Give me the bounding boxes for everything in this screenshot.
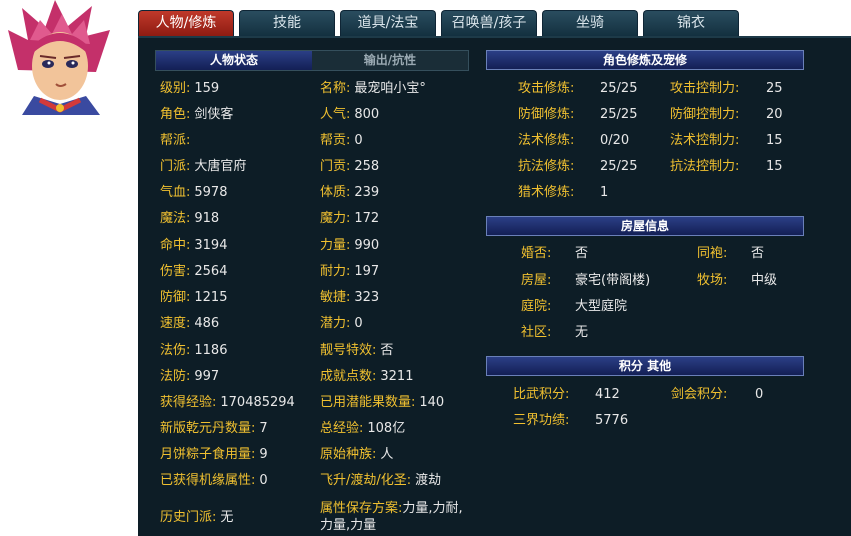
- stat-ascension: 飞升/渡劫/化圣: 渡劫: [320, 473, 442, 488]
- tab-skills[interactable]: 技能: [239, 10, 335, 36]
- subtab-output-resist[interactable]: 输出/抗性: [312, 51, 468, 70]
- points-row: 比武积分: 412: [513, 387, 620, 402]
- stat-sect-contrib: 门贡: 258: [320, 159, 380, 174]
- house-row: 社区: 无: [521, 325, 589, 340]
- stat-total-exp: 总经验: 108亿: [320, 421, 406, 436]
- character-portrait: [0, 0, 120, 115]
- stat-sect: 门派: 大唐官府: [160, 159, 247, 174]
- points-row: 剑会积分: 0: [671, 387, 764, 402]
- house-row: 婚否: 否: [521, 246, 589, 261]
- stat-magic-power: 魔力: 172: [320, 211, 380, 226]
- points-row: 三界功绩: 5776: [513, 413, 629, 428]
- cultivation-row: 攻击修炼: 25/25: [518, 81, 638, 96]
- stat-guild-contrib: 帮贡: 0: [320, 133, 363, 148]
- stat-damage: 伤害: 2564: [160, 264, 228, 279]
- stat-magic-damage: 法伤: 1186: [160, 343, 228, 358]
- cultivation-row: 法术修炼: 0/20: [518, 133, 630, 148]
- stat-fortune-attr: 已获得机缘属性: 0: [160, 473, 268, 488]
- stat-popularity: 人气: 800: [320, 107, 380, 122]
- stat-vanity-effect: 靓号特效: 否: [320, 343, 394, 358]
- tab-outfits[interactable]: 锦衣: [643, 10, 739, 36]
- tab-mounts[interactable]: 坐骑: [542, 10, 638, 36]
- stat-mp: 魔法: 918: [160, 211, 220, 226]
- stat-defense: 防御: 1215: [160, 290, 228, 305]
- stat-role: 角色: 剑侠客: [160, 107, 234, 122]
- house-row: 牧场: 中级: [697, 273, 778, 288]
- stat-name: 名称: 最宠咱小宝°: [320, 81, 426, 96]
- cultivation-row: 防御控制力: 20: [670, 107, 783, 122]
- stat-magic-defense: 法防: 997: [160, 369, 220, 384]
- stat-mooncake-usage: 月饼粽子食用量: 9: [160, 447, 268, 462]
- stat-accuracy: 命中: 3194: [160, 238, 228, 253]
- status-subtab-bar: 人物状态 输出/抗性: [155, 50, 469, 71]
- stat-level: 级别: 159: [160, 81, 220, 96]
- cultivation-row: 抗法修炼: 25/25: [518, 159, 638, 174]
- stat-past-sects: 历史门派: 无: [160, 510, 234, 525]
- stat-attr-save-plan: 属性保存方案:力量,力耐,力量,力量: [320, 501, 463, 533]
- main-tab-bar: 人物/修炼 技能 道具/法宝 召唤兽/孩子 坐骑 锦衣: [138, 10, 851, 36]
- cultivation-row: 猎术修炼: 1: [518, 185, 609, 200]
- stat-constitution: 体质: 239: [320, 185, 380, 200]
- stat-qianyuan-pills: 新版乾元丹数量: 7: [160, 421, 268, 436]
- tab-summons[interactable]: 召唤兽/孩子: [441, 10, 537, 36]
- stat-achievement-points: 成就点数: 3211: [320, 369, 414, 384]
- house-row: 同袍: 否: [697, 246, 765, 261]
- house-row: 庭院: 大型庭院: [521, 299, 628, 314]
- house-header: 房屋信息: [486, 216, 804, 236]
- house-row: 房屋: 豪宅(带阁楼): [521, 273, 651, 288]
- cultivation-row: 防御修炼: 25/25: [518, 107, 638, 122]
- stat-potential-fruits: 已用潜能果数量: 140: [320, 395, 445, 410]
- tab-items[interactable]: 道具/法宝: [340, 10, 436, 36]
- cultivation-header: 角色修炼及宠修: [486, 50, 804, 70]
- cultivation-row: 法术控制力: 15: [670, 133, 783, 148]
- stat-potential: 潜力: 0: [320, 316, 363, 331]
- stat-exp-gained: 获得经验: 170485294: [160, 395, 295, 410]
- stat-strength: 力量: 990: [320, 238, 380, 253]
- stat-guild: 帮派:: [160, 133, 191, 148]
- stat-hp: 气血: 5978: [160, 185, 228, 200]
- stat-speed: 速度: 486: [160, 316, 220, 331]
- stat-original-race: 原始种族: 人: [320, 447, 394, 462]
- cultivation-row: 攻击控制力: 25: [670, 81, 783, 96]
- cultivation-row: 抗法控制力: 15: [670, 159, 783, 174]
- stat-endurance: 耐力: 197: [320, 264, 380, 279]
- stat-agility: 敏捷: 323: [320, 290, 380, 305]
- points-header: 积分 其他: [486, 356, 804, 376]
- subtab-status[interactable]: 人物状态: [156, 51, 312, 70]
- portrait-icon: [0, 0, 120, 115]
- tab-character[interactable]: 人物/修炼: [138, 10, 234, 36]
